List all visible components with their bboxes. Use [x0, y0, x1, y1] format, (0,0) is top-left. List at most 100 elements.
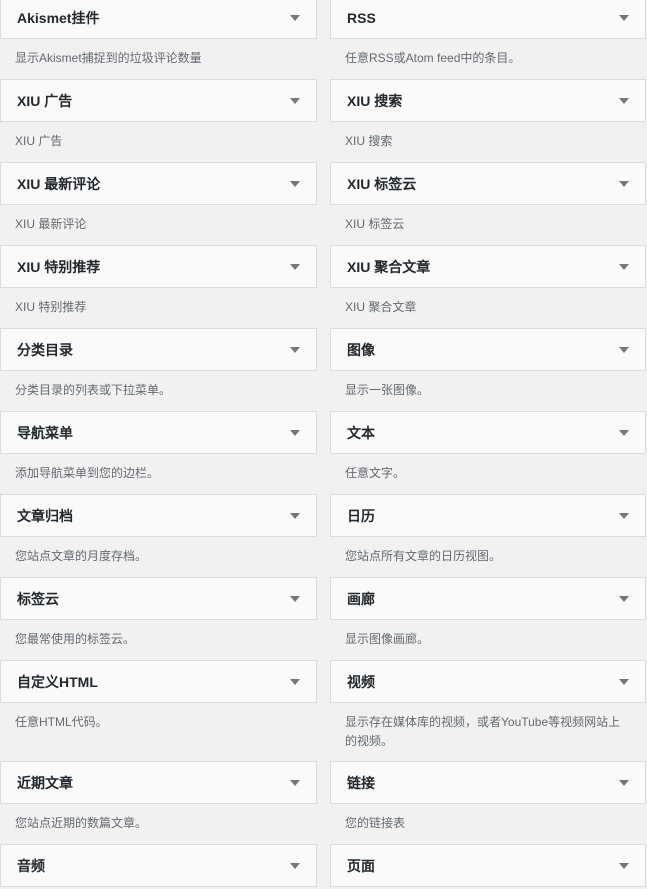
- widget-video[interactable]: 视频 显示存在媒体库的视频，或者YouTube等视频网站上的视频。: [330, 660, 646, 751]
- widget-title: 画廊: [347, 590, 375, 607]
- widget-header[interactable]: 链接: [330, 761, 646, 804]
- widget-header[interactable]: XIU 广告: [0, 79, 317, 122]
- widget-title: 文本: [347, 424, 375, 441]
- chevron-down-icon[interactable]: [619, 678, 629, 685]
- widget-title: XIU 聚合文章: [347, 258, 431, 275]
- chevron-down-icon[interactable]: [290, 779, 300, 786]
- chevron-down-icon[interactable]: [619, 512, 629, 519]
- widget-title: 视频: [347, 673, 375, 690]
- chevron-down-icon[interactable]: [290, 263, 300, 270]
- widget-header[interactable]: 文章归档: [0, 494, 317, 537]
- widget-title: 日历: [347, 507, 375, 524]
- widget-xiu-ads[interactable]: XIU 广告 XIU 广告: [0, 79, 317, 151]
- widget-header[interactable]: 音频: [0, 844, 317, 887]
- chevron-down-icon[interactable]: [619, 14, 629, 21]
- chevron-down-icon[interactable]: [290, 595, 300, 602]
- widget-header[interactable]: Akismet挂件: [0, 0, 317, 39]
- widget-xiu-search[interactable]: XIU 搜索 XIU 搜索: [330, 79, 646, 151]
- widget-audio[interactable]: 音频: [0, 844, 317, 887]
- widget-header[interactable]: 近期文章: [0, 761, 317, 804]
- widget-title: 导航菜单: [17, 424, 73, 441]
- chevron-down-icon[interactable]: [290, 14, 300, 21]
- widget-rss[interactable]: RSS 任意RSS或Atom feed中的条目。: [330, 0, 646, 68]
- widget-title: XIU 广告: [17, 92, 73, 109]
- chevron-down-icon[interactable]: [290, 346, 300, 353]
- widget-title: 音频: [17, 857, 45, 874]
- widget-header[interactable]: 文本: [330, 411, 646, 454]
- chevron-down-icon[interactable]: [619, 346, 629, 353]
- chevron-down-icon[interactable]: [290, 97, 300, 104]
- widget-description: XIU 特别推荐: [15, 300, 87, 314]
- widget-title: 文章归档: [17, 507, 73, 524]
- widget-description: 您最常使用的标签云。: [15, 632, 136, 646]
- widget-description: 任意HTML代码。: [15, 715, 108, 729]
- widget-description: XIU 广告: [15, 134, 63, 148]
- widget-title: RSS: [347, 9, 376, 26]
- widget-recent-posts[interactable]: 近期文章 您站点近期的数篇文章。: [0, 761, 317, 833]
- widget-tag-cloud[interactable]: 标签云 您最常使用的标签云。: [0, 577, 317, 649]
- widget-header[interactable]: 导航菜单: [0, 411, 317, 454]
- widget-akismet[interactable]: Akismet挂件 显示Akismet捕捉到的垃圾评论数量: [0, 0, 317, 68]
- widget-header[interactable]: 自定义HTML: [0, 660, 317, 703]
- widget-title: 标签云: [17, 590, 59, 607]
- widget-header[interactable]: 页面: [330, 844, 646, 887]
- widget-calendar[interactable]: 日历 您站点所有文章的日历视图。: [330, 494, 646, 566]
- chevron-down-icon[interactable]: [619, 263, 629, 270]
- widget-custom-html[interactable]: 自定义HTML 任意HTML代码。: [0, 660, 317, 732]
- widget-xiu-recent-comments[interactable]: XIU 最新评论 XIU 最新评论: [0, 162, 317, 234]
- chevron-down-icon[interactable]: [619, 180, 629, 187]
- widget-xiu-featured[interactable]: XIU 特别推荐 XIU 特别推荐: [0, 245, 317, 317]
- available-widgets-list: Akismet挂件 显示Akismet捕捉到的垃圾评论数量 RSS 任意RSS或…: [0, 0, 647, 889]
- chevron-down-icon[interactable]: [619, 97, 629, 104]
- widget-xiu-tag-cloud[interactable]: XIU 标签云 XIU 标签云: [330, 162, 646, 234]
- widget-header[interactable]: 视频: [330, 660, 646, 703]
- chevron-down-icon[interactable]: [619, 862, 629, 869]
- chevron-down-icon[interactable]: [619, 429, 629, 436]
- widget-title: XIU 特别推荐: [17, 258, 101, 275]
- widget-description: 您站点近期的数篇文章。: [15, 816, 148, 830]
- widget-title: XIU 搜索: [347, 92, 403, 109]
- widget-description: XIU 聚合文章: [345, 300, 417, 314]
- widget-title: 链接: [347, 774, 375, 791]
- widget-description: XIU 最新评论: [15, 217, 87, 231]
- widget-description: 显示一张图像。: [345, 383, 430, 397]
- widget-description: 您站点所有文章的日历视图。: [345, 549, 502, 563]
- widget-header[interactable]: 日历: [330, 494, 646, 537]
- widget-title: 页面: [347, 857, 375, 874]
- widget-nav-menu[interactable]: 导航菜单 添加导航菜单到您的边栏。: [0, 411, 317, 483]
- chevron-down-icon[interactable]: [290, 180, 300, 187]
- widget-header[interactable]: XIU 聚合文章: [330, 245, 646, 288]
- widget-image[interactable]: 图像 显示一张图像。: [330, 328, 646, 400]
- widget-description: XIU 标签云: [345, 217, 405, 231]
- widget-title: XIU 标签云: [347, 175, 417, 192]
- widget-categories[interactable]: 分类目录 分类目录的列表或下拉菜单。: [0, 328, 317, 400]
- widget-title: XIU 最新评论: [17, 175, 101, 192]
- widget-header[interactable]: RSS: [330, 0, 646, 39]
- widget-header[interactable]: 图像: [330, 328, 646, 371]
- widget-archives[interactable]: 文章归档 您站点文章的月度存档。: [0, 494, 317, 566]
- chevron-down-icon[interactable]: [290, 429, 300, 436]
- widget-header[interactable]: XIU 搜索: [330, 79, 646, 122]
- widget-title: 自定义HTML: [17, 673, 98, 690]
- widget-description: 您站点文章的月度存档。: [15, 549, 148, 563]
- chevron-down-icon[interactable]: [290, 862, 300, 869]
- widget-description: 您的链接表: [345, 816, 406, 830]
- chevron-down-icon[interactable]: [290, 678, 300, 685]
- widget-text[interactable]: 文本 任意文字。: [330, 411, 646, 483]
- widget-header[interactable]: XIU 特别推荐: [0, 245, 317, 288]
- chevron-down-icon[interactable]: [619, 779, 629, 786]
- chevron-down-icon[interactable]: [619, 595, 629, 602]
- widget-header[interactable]: XIU 标签云: [330, 162, 646, 205]
- widget-description: 显示存在媒体库的视频，或者YouTube等视频网站上的视频。: [345, 715, 621, 748]
- widget-header[interactable]: 标签云: [0, 577, 317, 620]
- chevron-down-icon[interactable]: [290, 512, 300, 519]
- widget-header[interactable]: 分类目录: [0, 328, 317, 371]
- widget-description: XIU 搜索: [345, 134, 393, 148]
- widget-header[interactable]: 画廊: [330, 577, 646, 620]
- widget-xiu-aggregate-posts[interactable]: XIU 聚合文章 XIU 聚合文章: [330, 245, 646, 317]
- widget-pages[interactable]: 页面: [330, 844, 646, 887]
- widget-header[interactable]: XIU 最新评论: [0, 162, 317, 205]
- widget-title: Akismet挂件: [17, 9, 100, 26]
- widget-gallery[interactable]: 画廊 显示图像画廊。: [330, 577, 646, 649]
- widget-links[interactable]: 链接 您的链接表: [330, 761, 646, 833]
